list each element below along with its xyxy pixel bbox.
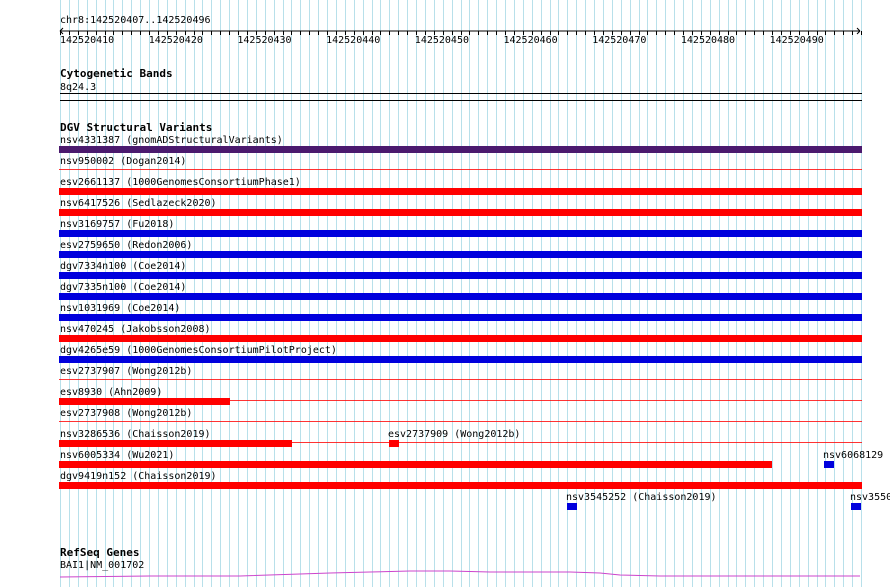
- row-separator: [59, 421, 862, 422]
- variant-bar[interactable]: [59, 188, 862, 195]
- variant-label[interactable]: esv2759650 (Redon2006): [60, 240, 192, 251]
- variant-label[interactable]: esv2737907 (Wong2012b): [60, 366, 192, 377]
- variant-bar[interactable]: [851, 503, 861, 510]
- cytoband-line[interactable]: [60, 93, 862, 94]
- ruler-tick-label: 142520440: [326, 35, 381, 46]
- ruler-tick-label: 142520460: [503, 35, 558, 46]
- variant-bar[interactable]: [59, 335, 862, 342]
- variant-bar[interactable]: [567, 503, 577, 510]
- variant-label[interactable]: dgv7335n100 (Coe2014): [60, 282, 186, 293]
- variant-label[interactable]: nsv3169757 (Fu2018): [60, 219, 174, 230]
- variant-bar[interactable]: [59, 272, 862, 279]
- row-separator: [59, 400, 862, 401]
- track-title-cytoband: Cytogenetic Bands: [60, 67, 173, 80]
- track-divider: [60, 100, 862, 101]
- variant-label[interactable]: nsv6417526 (Sedlazeck2020): [60, 198, 217, 209]
- variant-bar[interactable]: [59, 146, 862, 153]
- variant-label[interactable]: nsv6068129: [823, 450, 883, 461]
- ruler-tick-label: 142520410: [60, 35, 115, 46]
- variant-label[interactable]: nsv4331387 (gnomADStructuralVariants): [60, 135, 283, 146]
- variant-label[interactable]: dgv4265e59 (1000GenomesConsortiumPilotPr…: [60, 345, 337, 356]
- variant-label[interactable]: nsv3286536 (Chaisson2019): [60, 429, 211, 440]
- variant-bar[interactable]: [59, 314, 862, 321]
- row-separator: [59, 379, 862, 380]
- ruler-tick-label: 142520420: [148, 35, 203, 46]
- row-separator: [59, 169, 862, 170]
- variant-label[interactable]: esv8930 (Ahn2009): [60, 387, 162, 398]
- variant-label[interactable]: nsv950002 (Dogan2014): [60, 156, 186, 167]
- variant-bar[interactable]: [59, 209, 862, 216]
- genome-browser-view: chr8:142520407..142520496 142520410 14252…: [0, 0, 890, 587]
- variant-bar[interactable]: [59, 251, 862, 258]
- variant-label[interactable]: dgv9419n152 (Chaisson2019): [60, 471, 217, 482]
- track-title-dgv: DGV Structural Variants: [60, 121, 213, 134]
- variant-bar[interactable]: [59, 461, 772, 468]
- variant-label[interactable]: nsv3545252 (Chaisson2019): [566, 492, 717, 503]
- variant-bar[interactable]: [59, 293, 862, 300]
- variant-label[interactable]: esv2661137 (1000GenomesConsortiumPhase1): [60, 177, 301, 188]
- ruler-tick-label: 142520470: [592, 35, 647, 46]
- transcript-line[interactable]: [0, 568, 890, 580]
- ruler-tick-label: 142520490: [769, 35, 824, 46]
- track-title-refseq: RefSeq Genes: [60, 546, 140, 559]
- ruler-tick-label: 142520450: [414, 35, 469, 46]
- variant-label[interactable]: nsv3550: [850, 492, 890, 503]
- ruler-tick-label: 142520430: [237, 35, 292, 46]
- variant-bar[interactable]: [59, 482, 862, 489]
- variant-label[interactable]: esv2737909 (Wong2012b): [388, 429, 520, 440]
- cytoband-label: 8q24.3: [60, 82, 97, 93]
- ruler-tick-label: 142520480: [680, 35, 736, 46]
- row-separator: [59, 442, 862, 443]
- variant-label[interactable]: dgv7334n100 (Coe2014): [60, 261, 186, 272]
- variant-label[interactable]: esv2737908 (Wong2012b): [60, 408, 192, 419]
- variant-bar[interactable]: [824, 461, 834, 468]
- variant-bar[interactable]: [59, 356, 862, 363]
- variant-label[interactable]: nsv6005334 (Wu2021): [60, 450, 174, 461]
- variant-label[interactable]: nsv470245 (Jakobsson2008): [60, 324, 211, 335]
- variant-bar[interactable]: [59, 230, 862, 237]
- variant-label[interactable]: nsv1031969 (Coe2014): [60, 303, 180, 314]
